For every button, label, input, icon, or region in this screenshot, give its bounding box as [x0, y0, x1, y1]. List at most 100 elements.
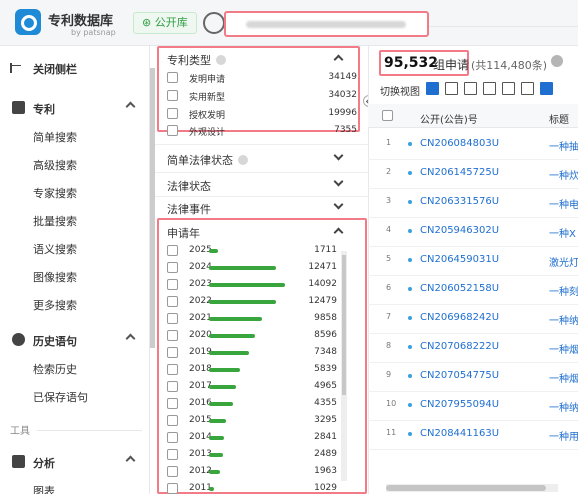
publication-number-link[interactable]: CN206331576U — [420, 196, 499, 207]
table-row[interactable]: 2 CN206145725U 一种炊 — [368, 157, 578, 189]
checkbox[interactable] — [167, 108, 178, 119]
table-row[interactable]: 8 CN207068222U 一种烟 — [368, 331, 578, 363]
title-link[interactable]: 一种刻 — [549, 283, 578, 298]
nav-item-simple-search[interactable]: 简单搜索 — [0, 124, 150, 148]
year-filter-row[interactable]: 2021 9858 — [167, 311, 337, 327]
publication-number-link[interactable]: CN205946302U — [420, 225, 499, 236]
year-filter-row[interactable]: 2014 2841 — [167, 430, 337, 446]
year-filter-row[interactable]: 2016 4355 — [167, 396, 337, 412]
compare-view-icon[interactable] — [502, 82, 515, 95]
checkbox[interactable] — [167, 279, 178, 290]
filter-row-utility-model[interactable]: 实用新型 34032 — [167, 88, 357, 104]
title-link[interactable]: 一种炊 — [549, 167, 578, 182]
nav-item-saved-queries[interactable]: 已保存语句 — [0, 384, 150, 408]
publication-number-link[interactable]: CN206968242U — [420, 312, 499, 323]
list-view-icon[interactable] — [426, 82, 439, 95]
year-filter-row[interactable]: 2015 3295 — [167, 413, 337, 429]
year-filter-row[interactable]: 2019 7348 — [167, 345, 337, 361]
checkbox[interactable] — [167, 449, 178, 460]
legal-event-title[interactable]: 法律事件 — [167, 201, 211, 217]
table-row[interactable]: 4 CN205946302U 一种X — [368, 215, 578, 247]
column-publication-number[interactable]: 公开(公告)号 — [420, 111, 478, 126]
checkbox[interactable] — [167, 483, 178, 494]
table-row[interactable]: 5 CN206459031U 激光灯 — [368, 244, 578, 276]
title-link[interactable]: 一种用 — [549, 428, 578, 443]
nav-item-search-history[interactable]: 检索历史 — [0, 356, 150, 380]
legal-status-title[interactable]: 法律状态 — [167, 178, 211, 194]
filter-row-invention-app[interactable]: 发明申请 34149 — [167, 70, 357, 86]
checkbox[interactable] — [167, 125, 178, 136]
year-scroll-thumb[interactable] — [342, 255, 346, 395]
nav-group-history[interactable]: 历史语句 — [0, 328, 150, 352]
checkbox[interactable] — [167, 398, 178, 409]
publication-number-link[interactable]: CN207068222U — [420, 341, 499, 352]
publication-number-link[interactable]: CN206084803U — [420, 138, 499, 149]
checkbox[interactable] — [167, 466, 178, 477]
horizontal-scroll-thumb[interactable] — [386, 485, 546, 491]
globe-icon[interactable] — [203, 12, 225, 34]
nav-item-semantic-search[interactable]: 语义搜索 — [0, 236, 150, 260]
title-link[interactable]: 一种X — [549, 225, 578, 240]
image-view-icon[interactable] — [540, 82, 553, 95]
year-filter-row[interactable]: 2020 8596 — [167, 328, 337, 344]
card-view-icon[interactable] — [483, 82, 496, 95]
checkbox[interactable] — [167, 364, 178, 375]
public-db-button[interactable]: ⊛ 公开库 — [133, 12, 197, 34]
url-bar[interactable] — [224, 11, 429, 37]
publication-number-link[interactable]: CN207955094U — [420, 399, 499, 410]
checkbox[interactable] — [167, 415, 178, 426]
table-row[interactable]: 9 CN207054775U 一种烟 — [368, 360, 578, 392]
simple-legal-status-title[interactable]: 简单法律状态 — [167, 152, 248, 168]
nav-item-advanced-search[interactable]: 高级搜索 — [0, 152, 150, 176]
table-row[interactable]: 11 CN208441163U 一种用 — [368, 418, 578, 450]
year-filter-row[interactable]: 2025 1711 — [167, 243, 337, 259]
grid-view-icon[interactable] — [464, 82, 477, 95]
nav-item-chart[interactable]: 图表 — [0, 478, 150, 494]
checkbox[interactable] — [167, 347, 178, 358]
table-row[interactable]: 7 CN206968242U 一种纳 — [368, 302, 578, 334]
select-all-checkbox[interactable] — [382, 110, 393, 121]
checkbox[interactable] — [167, 72, 178, 83]
column-title[interactable]: 标题 — [549, 111, 569, 126]
year-filter-row[interactable]: 2011 1029 — [167, 481, 337, 494]
publication-number-link[interactable]: CN206052158U — [420, 283, 499, 294]
checkbox[interactable] — [167, 90, 178, 101]
table-row[interactable]: 10 CN207955094U 一种纳 — [368, 389, 578, 421]
year-filter-row[interactable]: 2018 5839 — [167, 362, 337, 378]
publication-number-link[interactable]: CN206459031U — [420, 254, 499, 265]
table-row[interactable]: 6 CN206052158U 一种刻 — [368, 273, 578, 305]
title-link[interactable]: 一种烟 — [549, 370, 578, 385]
publication-number-link[interactable]: CN207054775U — [420, 370, 499, 381]
year-filter-row[interactable]: 2022 12479 — [167, 294, 337, 310]
nav-group-analysis[interactable]: 分析 — [0, 450, 150, 474]
nav-item-batch-search[interactable]: 批量搜索 — [0, 208, 150, 232]
title-link[interactable]: 一种纳 — [549, 312, 578, 327]
year-filter-row[interactable]: 2024 12471 — [167, 260, 337, 276]
nav-item-more-search[interactable]: 更多搜索 — [0, 292, 150, 316]
title-link[interactable]: 一种电 — [549, 196, 578, 211]
chevron-down-icon[interactable] — [333, 199, 344, 210]
checkbox[interactable] — [167, 313, 178, 324]
collapse-sidebar-button[interactable]: 关闭侧栏 — [0, 56, 150, 80]
title-link[interactable]: 激光灯 — [549, 254, 578, 269]
checkbox[interactable] — [167, 245, 178, 256]
year-filter-row[interactable]: 2012 1963 — [167, 464, 337, 480]
year-filter-row[interactable]: 2013 2489 — [167, 447, 337, 463]
info-icon[interactable] — [551, 55, 563, 67]
checkbox[interactable] — [167, 381, 178, 392]
nav-group-patent[interactable]: 专利 — [0, 96, 150, 120]
table-row[interactable]: 1 CN206084803U 一种抽 — [368, 128, 578, 160]
chevron-down-icon[interactable] — [333, 176, 344, 187]
filter-row-granted-invention[interactable]: 授权发明 19996 — [167, 106, 357, 122]
title-link[interactable]: 一种抽 — [549, 138, 578, 153]
title-link[interactable]: 一种烟 — [549, 341, 578, 356]
year-filter-row[interactable]: 2017 4965 — [167, 379, 337, 395]
checkbox[interactable] — [167, 262, 178, 273]
table-row[interactable]: 3 CN206331576U 一种电 — [368, 186, 578, 218]
publication-number-link[interactable]: CN206145725U — [420, 167, 499, 178]
year-filter-row[interactable]: 2023 14092 — [167, 277, 337, 293]
chevron-down-icon[interactable] — [333, 150, 344, 161]
checkbox[interactable] — [167, 330, 178, 341]
checkbox[interactable] — [167, 296, 178, 307]
checkbox[interactable] — [167, 432, 178, 443]
